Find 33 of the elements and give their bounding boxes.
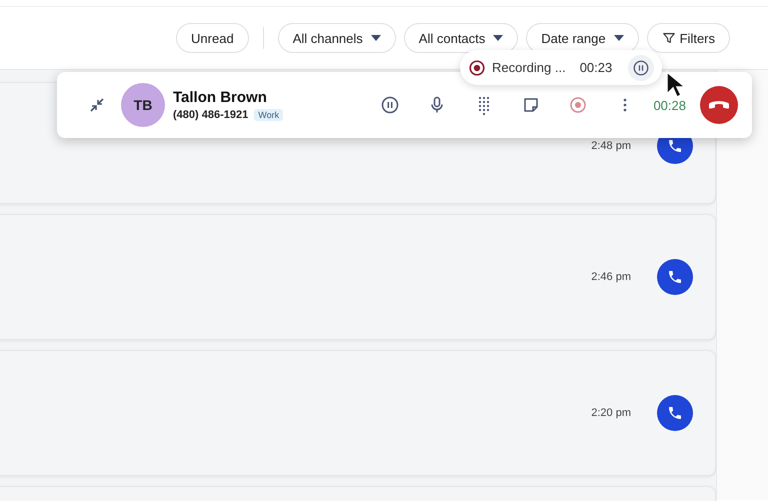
pause-icon bbox=[632, 58, 650, 76]
caret-icon bbox=[370, 35, 381, 41]
recording-label: Recording ... bbox=[492, 60, 566, 75]
hang-up-icon bbox=[709, 101, 729, 109]
hang-up-button[interactable] bbox=[700, 86, 738, 124]
filter-chip[interactable]: All channels bbox=[278, 23, 396, 53]
caret-icon bbox=[493, 35, 504, 41]
filter-chip[interactable]: Filters bbox=[646, 23, 730, 53]
call-button[interactable] bbox=[657, 259, 693, 295]
conversation-time: 2:48 pm bbox=[591, 140, 631, 152]
pause-recording-button[interactable] bbox=[628, 54, 654, 80]
call-timer: 00:28 bbox=[653, 98, 686, 112]
contact-phone: (480) 486-1921 bbox=[173, 109, 248, 121]
record-icon[interactable] bbox=[568, 95, 588, 115]
conversation-time: 2:46 pm bbox=[591, 271, 631, 283]
contact-name: Tallon Brown bbox=[173, 89, 268, 106]
conversation-card[interactable]: 2:46 pm bbox=[0, 214, 716, 340]
conversation-card[interactable]: 2:20 pm bbox=[0, 350, 716, 476]
filter-icon bbox=[662, 31, 676, 45]
phone-icon bbox=[667, 138, 683, 154]
conversation-time: 2:20 pm bbox=[591, 407, 631, 419]
pause-icon[interactable] bbox=[380, 95, 400, 115]
recording-icon bbox=[468, 58, 486, 76]
phone-icon bbox=[667, 405, 683, 421]
filter-chip[interactable]: All contacts bbox=[404, 23, 518, 53]
filter-chip[interactable]: Date range bbox=[526, 23, 639, 53]
call-button[interactable] bbox=[657, 395, 693, 431]
recording-time: 00:23 bbox=[580, 60, 612, 75]
contact-tag: Work bbox=[254, 109, 284, 121]
phone-icon bbox=[667, 269, 683, 285]
filter-chip[interactable]: Unread bbox=[176, 23, 249, 53]
caret-icon bbox=[614, 35, 624, 41]
contact-avatar: TB bbox=[121, 83, 165, 127]
